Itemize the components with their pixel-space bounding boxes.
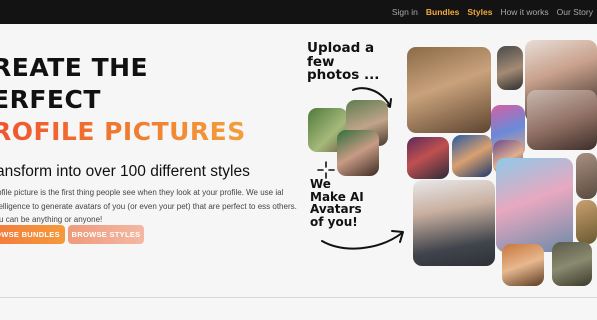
- hero-title: REATE THE ERFECT ROFILE PICTURES: [0, 52, 246, 148]
- hero-subtitle: ansform into over 100 different styles: [0, 163, 250, 180]
- browse-styles-button[interactable]: BROWSE STYLES: [68, 225, 144, 244]
- hero-title-line-2: ERFECT: [0, 85, 101, 114]
- uploaded-photo-3: [337, 130, 379, 176]
- avatar-bottom-1: [502, 244, 544, 286]
- nav-sign-in[interactable]: Sign in: [392, 7, 418, 17]
- avatar-clown: [407, 137, 449, 179]
- avatar-warrior: [407, 47, 491, 133]
- section-divider: [0, 297, 597, 298]
- avatar-zombie: [552, 242, 592, 286]
- avatar-headscarf: [452, 135, 492, 177]
- avatar-woman-portrait: [527, 90, 597, 150]
- avatar-man-beard: [497, 46, 523, 90]
- avatar-businesswoman: [413, 180, 495, 266]
- avatar-side-1: [576, 153, 597, 199]
- nav-our-story[interactable]: Our Story: [557, 7, 593, 17]
- avatar-side-2: [576, 200, 597, 244]
- upload-photos-caption: Upload a few photos ...: [307, 41, 380, 83]
- upload-caption-line-3: photos ...: [307, 67, 380, 83]
- sparkle-icon: [317, 161, 335, 179]
- avatar-pink-hair: [496, 158, 573, 252]
- swoosh-arrow-icon: [321, 230, 404, 250]
- hero-title-line-3: ROFILE PICTURES: [0, 116, 246, 148]
- ai-avatars-caption: We Make AI Avatars of you!: [310, 178, 364, 228]
- ai-caption-line-3: Avatars: [310, 202, 362, 216]
- hero-description: profile picture is the first thing peopl…: [0, 188, 297, 224]
- nav-styles[interactable]: Styles: [467, 7, 492, 17]
- nav-menu: Sign in Bundles Styles How it works Our …: [392, 0, 593, 24]
- top-nav-bar: Sign in Bundles Styles How it works Our …: [0, 0, 597, 24]
- nav-how-it-works[interactable]: How it works: [500, 7, 548, 17]
- nav-bundles[interactable]: Bundles: [426, 7, 460, 17]
- hero-title-line-1: REATE THE: [0, 53, 149, 82]
- browse-bundles-button[interactable]: OWSE BUNDLES: [0, 225, 65, 244]
